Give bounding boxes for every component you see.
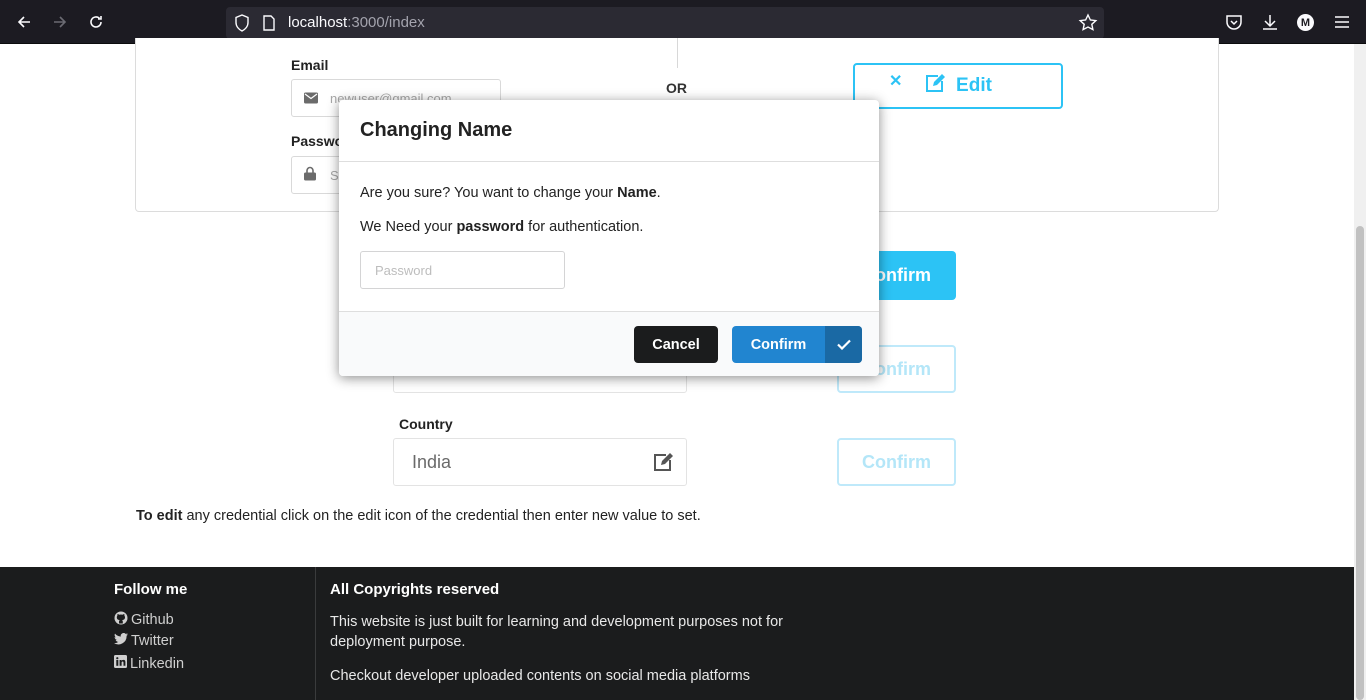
close-icon: ✕ (889, 73, 903, 90)
menu-icon[interactable] (1332, 12, 1352, 32)
footer-paragraph-1: This website is just built for learning … (330, 614, 783, 650)
linkedin-link[interactable]: Linkedin (114, 655, 184, 672)
modal-body: Are you sure? You want to change your Na… (339, 162, 879, 311)
modal-header: Changing Name (339, 100, 879, 162)
message-bold: Name (617, 185, 657, 201)
modal-confirm-label: Confirm (750, 336, 807, 353)
pocket-icon[interactable] (1224, 12, 1244, 32)
hint-bold: To edit (136, 508, 183, 524)
message-suffix: . (656, 185, 661, 201)
confirm-country-button[interactable]: Confirm (837, 438, 956, 486)
country-label: Country (399, 416, 453, 432)
modal-footer: Cancel Confirm (339, 311, 879, 376)
twitter-icon (114, 633, 128, 649)
checkmark-icon (825, 326, 862, 363)
email-label: Email (291, 57, 329, 73)
country-value: India (412, 452, 452, 472)
address-bar[interactable]: localhost:3000/index (226, 7, 1104, 39)
twitter-label: Twitter (131, 633, 174, 649)
url-path: :3000/index (347, 14, 425, 31)
divider (677, 38, 678, 68)
footer-paragraph-2: Checkout developer uploaded contents on … (330, 668, 750, 684)
edit-icon (924, 73, 946, 99)
twitter-link[interactable]: Twitter (114, 633, 174, 649)
edit-button[interactable]: ✕ Edit (853, 63, 1063, 109)
modal-password-input[interactable] (360, 251, 565, 289)
github-label: Github (131, 612, 174, 628)
footer: Follow me Github Twitter Linkedin All Co… (0, 567, 1366, 700)
url-text[interactable]: localhost:3000/index (288, 14, 425, 31)
hint-text: any credential click on the edit icon of… (182, 508, 701, 524)
lock-icon (304, 166, 316, 185)
footer-divider (315, 567, 316, 700)
back-icon[interactable] (13, 11, 35, 33)
auth-bold: password (456, 219, 525, 235)
message-text: Are you sure? You want to change your (360, 185, 618, 201)
url-host: localhost (288, 14, 348, 31)
auth-message: We Need your password for authentication… (360, 219, 643, 235)
modal-confirm-button[interactable]: Confirm (732, 326, 862, 363)
scrollbar-thumb[interactable] (1356, 226, 1364, 700)
profile-avatar[interactable]: M (1297, 14, 1314, 31)
edit-icon[interactable] (652, 452, 674, 476)
auth-text: We Need your (360, 219, 457, 235)
follow-title: Follow me (114, 581, 188, 598)
or-separator: OR (666, 80, 687, 96)
forward-icon[interactable] (49, 11, 71, 33)
modal-title: Changing Name (360, 119, 513, 141)
auth-suffix: for authentication. (524, 219, 644, 235)
edit-hint: To edit any credential click on the edit… (136, 508, 701, 524)
linkedin-label: Linkedin (130, 655, 185, 672)
change-name-modal: Changing Name Are you sure? You want to … (339, 100, 879, 376)
shield-icon[interactable] (234, 14, 250, 36)
confirm-message: Are you sure? You want to change your Na… (360, 185, 661, 201)
cancel-button[interactable]: Cancel (634, 326, 718, 363)
copyright-title: All Copyrights reserved (330, 581, 500, 598)
reload-icon[interactable] (85, 11, 107, 33)
country-field[interactable]: India (393, 438, 687, 486)
download-icon[interactable] (1260, 12, 1280, 32)
github-link[interactable]: Github (114, 611, 174, 629)
bookmark-star-icon[interactable] (1078, 13, 1098, 37)
page-icon (262, 15, 276, 35)
github-icon (114, 611, 128, 629)
linkedin-icon (114, 655, 127, 672)
envelope-icon (304, 89, 318, 108)
edit-label: Edit (956, 75, 992, 96)
